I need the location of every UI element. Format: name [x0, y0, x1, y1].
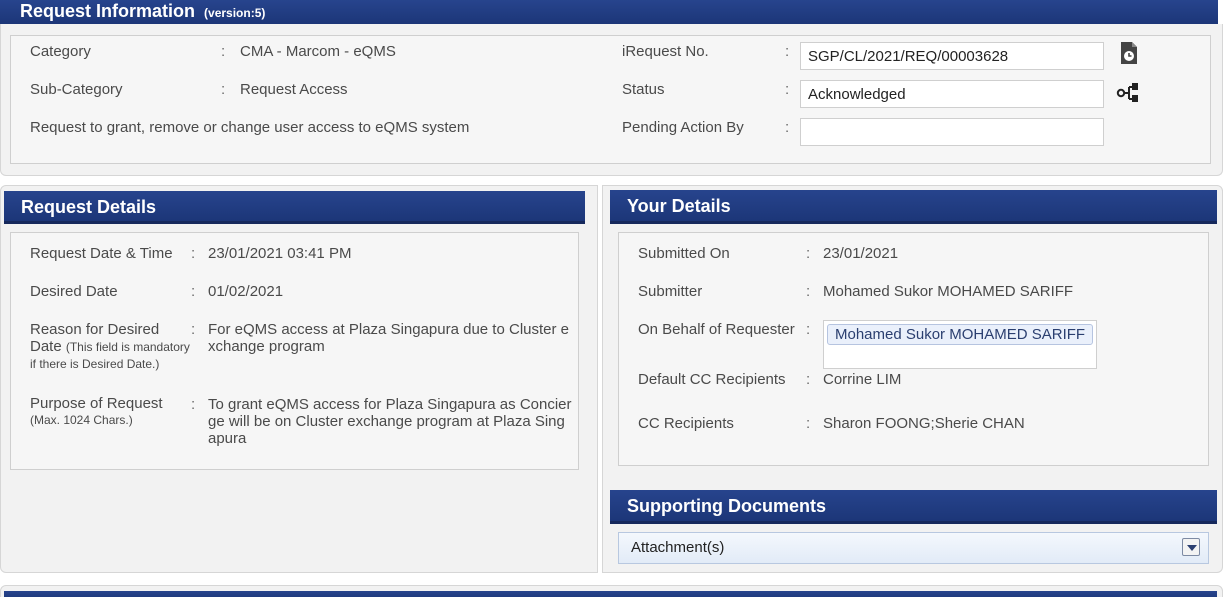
status-field[interactable]: Acknowledged	[800, 80, 1104, 108]
next-section-header	[4, 591, 1217, 597]
colon: :	[221, 81, 226, 98]
submitted-on-label: Submitted On	[638, 245, 730, 262]
colon: :	[191, 245, 196, 262]
colon: :	[806, 415, 811, 432]
desired-date-label: Desired Date	[30, 283, 118, 300]
colon: :	[806, 245, 811, 262]
category-value: CMA - Marcom - eQMS	[240, 43, 396, 60]
attachments-label: Attachment(s)	[631, 539, 725, 556]
default-cc-value: Corrine LIM	[823, 371, 902, 388]
cc-recipients-value: Sharon FOONG;Sherie CHAN	[823, 415, 1025, 432]
request-details-header: Request Details	[4, 191, 585, 224]
request-information-header: Request Information (version:5)	[0, 0, 1218, 27]
on-behalf-tag[interactable]: Mohamed Sukor MOHAMED SARIFF	[827, 324, 1094, 345]
cc-recipients-label: CC Recipients	[638, 415, 734, 432]
colon: :	[785, 81, 790, 98]
desired-date-value: 01/02/2021	[208, 283, 284, 300]
request-datetime-label: Request Date & Time	[30, 245, 173, 262]
submitter-value: Mohamed Sukor MOHAMED SARIFF	[823, 283, 1074, 300]
colon: :	[806, 283, 811, 300]
irequest-label: iRequest No.	[622, 43, 709, 60]
reason-value: For eQMS access at Plaza Singapura due t…	[208, 321, 570, 355]
default-cc-label: Default CC Recipients	[638, 371, 786, 388]
colon: :	[191, 321, 196, 338]
reason-label-block: Reason for Desired Date (This field is m…	[30, 321, 194, 372]
request-information-title: Request Information	[20, 1, 196, 21]
pending-action-field[interactable]	[800, 118, 1104, 146]
subcategory-label: Sub-Category	[30, 81, 123, 98]
colon: :	[191, 283, 196, 300]
colon: :	[191, 396, 196, 413]
workflow-icon[interactable]	[1116, 80, 1140, 104]
status-label: Status	[622, 81, 665, 98]
colon: :	[785, 43, 790, 60]
attachments-accordion[interactable]: Attachment(s)	[618, 532, 1209, 564]
purpose-label: Purpose of Request	[30, 395, 163, 412]
purpose-value: To grant eQMS access for Plaza Singapura…	[208, 396, 572, 447]
irequest-field[interactable]: SGP/CL/2021/REQ/00003628	[800, 42, 1104, 70]
purpose-label-block: Purpose of Request (Max. 1024 Chars.)	[30, 396, 194, 428]
chevron-down-icon[interactable]	[1182, 538, 1200, 556]
colon: :	[806, 371, 811, 388]
supporting-documents-title: Supporting Documents	[627, 496, 826, 516]
submitted-on-value: 23/01/2021	[823, 245, 899, 262]
request-details-title: Request Details	[21, 197, 157, 217]
subcategory-value: Request Access	[240, 81, 348, 98]
request-datetime-value: 23/01/2021 03:41 PM	[208, 245, 352, 262]
pending-action-label: Pending Action By	[622, 119, 744, 136]
your-details-header: Your Details	[610, 190, 1217, 224]
supporting-documents-header: Supporting Documents	[610, 490, 1217, 524]
on-behalf-label: On Behalf of Requester	[638, 321, 795, 338]
document-clock-icon[interactable]	[1117, 41, 1141, 65]
request-description: Request to grant, remove or change user …	[30, 119, 470, 136]
version-label: (version:5)	[204, 6, 266, 20]
colon: :	[221, 43, 226, 60]
colon: :	[806, 321, 811, 338]
your-details-title: Your Details	[627, 196, 731, 216]
colon: :	[785, 119, 790, 136]
submitter-label: Submitter	[638, 283, 703, 300]
purpose-note: (Max. 1024 Chars.)	[30, 413, 133, 427]
category-label: Category	[30, 43, 91, 60]
